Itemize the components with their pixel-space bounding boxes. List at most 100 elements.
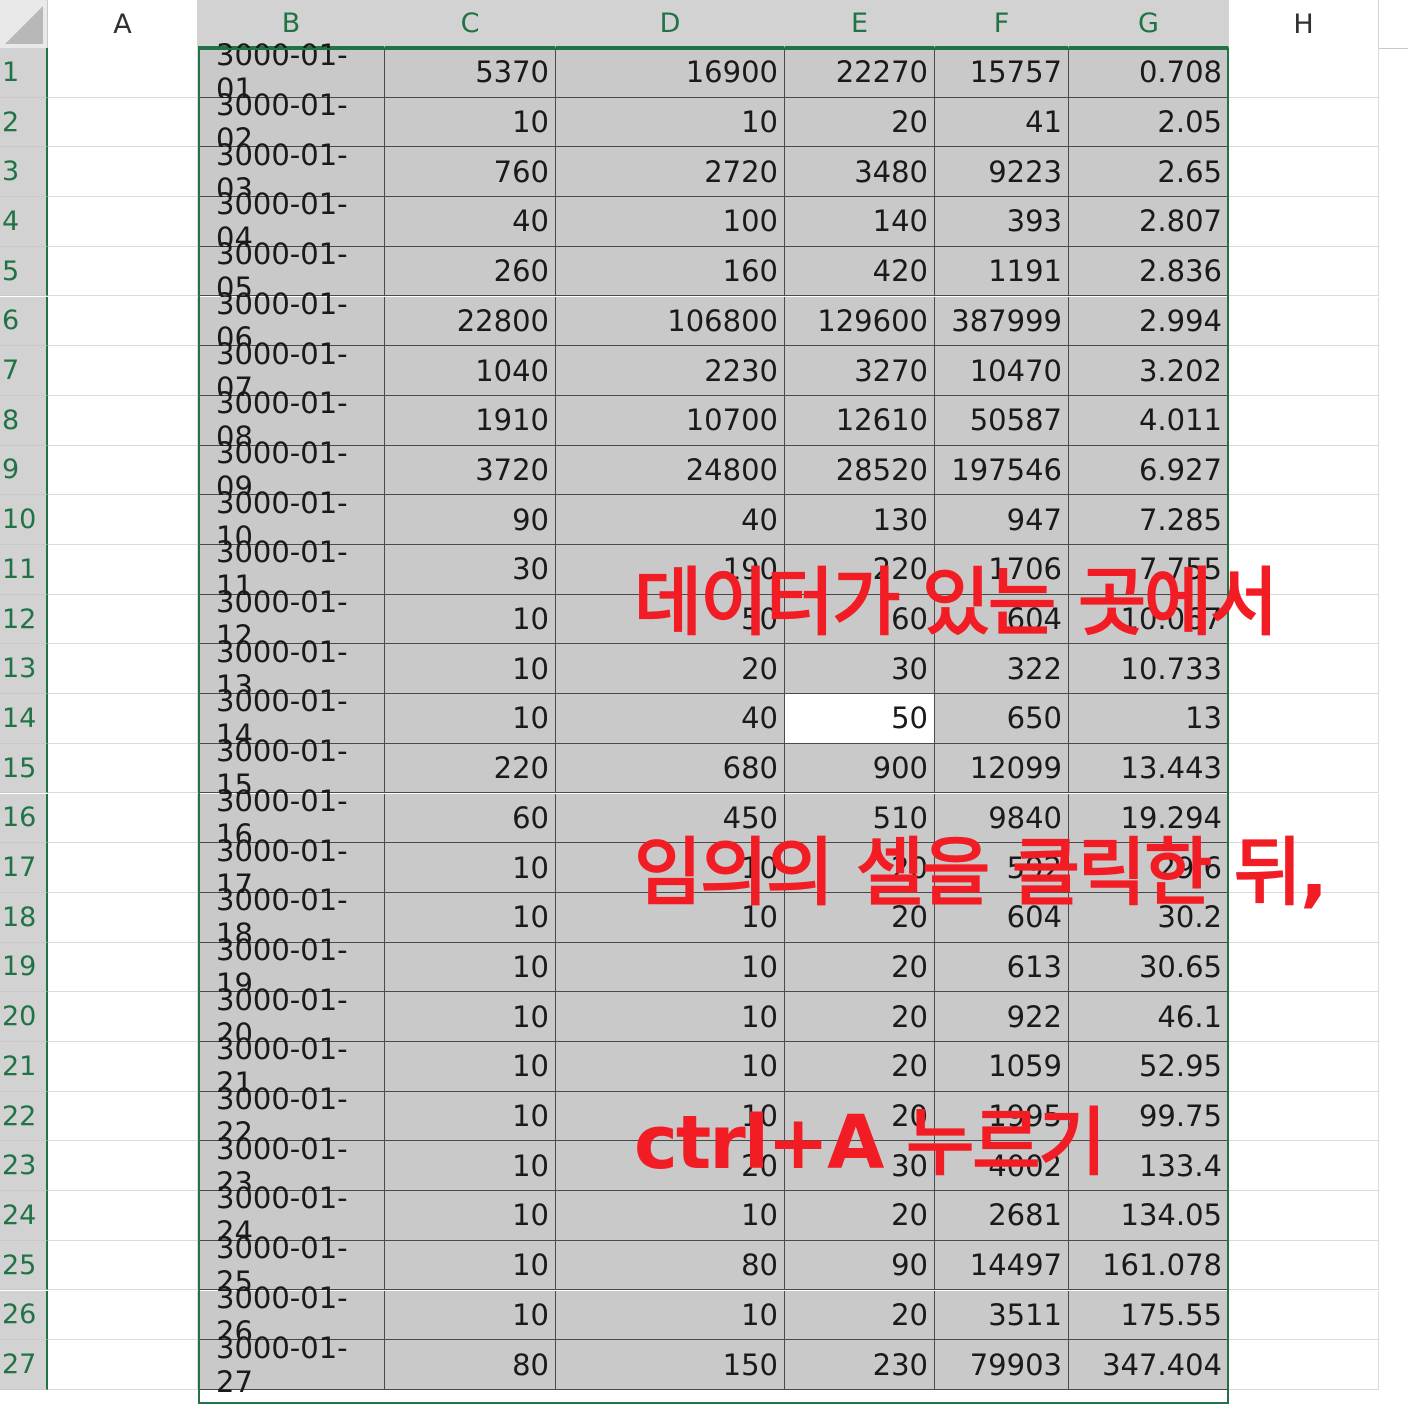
row-header-3[interactable]: 3 bbox=[0, 147, 48, 198]
row-header-2[interactable]: 2 bbox=[0, 97, 48, 148]
cell-a26[interactable] bbox=[48, 1290, 198, 1341]
row-header-12[interactable]: 12 bbox=[0, 594, 48, 645]
column-header-d[interactable]: D bbox=[556, 0, 785, 48]
cell-c1[interactable]: 5370 bbox=[385, 48, 556, 98]
row-header-14[interactable]: 14 bbox=[0, 694, 48, 744]
cell-c4[interactable]: 40 bbox=[385, 197, 556, 247]
row-header-9[interactable]: 9 bbox=[0, 445, 48, 496]
cell-c21[interactable]: 10 bbox=[385, 1042, 556, 1092]
cell-d1[interactable]: 16900 bbox=[556, 48, 785, 98]
cell-c11[interactable]: 30 bbox=[385, 545, 556, 595]
cell-c24[interactable]: 10 bbox=[385, 1191, 556, 1241]
cell-g2[interactable]: 2.05 bbox=[1069, 97, 1229, 148]
cell-a11[interactable] bbox=[48, 545, 198, 595]
cell-a24[interactable] bbox=[48, 1191, 198, 1241]
cell-c10[interactable]: 90 bbox=[385, 495, 556, 545]
cell-h1[interactable] bbox=[1229, 48, 1379, 98]
cell-c13[interactable]: 10 bbox=[385, 644, 556, 695]
row-header-16[interactable]: 16 bbox=[0, 793, 48, 844]
cell-f3[interactable]: 9223 bbox=[935, 147, 1069, 198]
cell-d5[interactable]: 160 bbox=[556, 246, 785, 297]
cell-a3[interactable] bbox=[48, 147, 198, 198]
cell-a21[interactable] bbox=[48, 1042, 198, 1092]
cell-h2[interactable] bbox=[1229, 97, 1379, 148]
cell-c6[interactable]: 22800 bbox=[385, 296, 556, 347]
cell-a1[interactable] bbox=[48, 48, 198, 98]
cell-c20[interactable]: 10 bbox=[385, 992, 556, 1042]
cell-f1[interactable]: 15757 bbox=[935, 48, 1069, 98]
cell-a14[interactable] bbox=[48, 694, 198, 744]
cell-a6[interactable] bbox=[48, 296, 198, 347]
row-header-5[interactable]: 5 bbox=[0, 246, 48, 297]
cell-a8[interactable] bbox=[48, 395, 198, 446]
cell-c15[interactable]: 220 bbox=[385, 743, 556, 794]
cell-c22[interactable]: 10 bbox=[385, 1091, 556, 1142]
cell-c17[interactable]: 10 bbox=[385, 843, 556, 893]
cell-e5[interactable]: 420 bbox=[785, 246, 935, 297]
row-header-23[interactable]: 23 bbox=[0, 1141, 48, 1192]
row-header-1[interactable]: 1 bbox=[0, 48, 48, 98]
cell-c19[interactable]: 10 bbox=[385, 942, 556, 993]
row-header-13[interactable]: 13 bbox=[0, 644, 48, 695]
row-header-7[interactable]: 7 bbox=[0, 346, 48, 396]
cell-a12[interactable] bbox=[48, 594, 198, 645]
cell-f6[interactable]: 387999 bbox=[935, 296, 1069, 347]
cell-c3[interactable]: 760 bbox=[385, 147, 556, 198]
cell-c5[interactable]: 260 bbox=[385, 246, 556, 297]
row-header-22[interactable]: 22 bbox=[0, 1091, 48, 1142]
cell-c9[interactable]: 3720 bbox=[385, 445, 556, 496]
cell-a9[interactable] bbox=[48, 445, 198, 496]
column-header-c[interactable]: C bbox=[385, 0, 556, 48]
cell-e6[interactable]: 129600 bbox=[785, 296, 935, 347]
column-header-e[interactable]: E bbox=[785, 0, 935, 48]
row-header-21[interactable]: 21 bbox=[0, 1042, 48, 1092]
cell-h5[interactable] bbox=[1229, 246, 1379, 297]
cell-c14[interactable]: 10 bbox=[385, 694, 556, 744]
cell-a18[interactable] bbox=[48, 892, 198, 943]
cell-e3[interactable]: 3480 bbox=[785, 147, 935, 198]
cell-d4[interactable]: 100 bbox=[556, 197, 785, 247]
cell-a20[interactable] bbox=[48, 992, 198, 1042]
cell-c12[interactable]: 10 bbox=[385, 594, 556, 645]
cell-f4[interactable]: 393 bbox=[935, 197, 1069, 247]
cell-g4[interactable]: 2.807 bbox=[1069, 197, 1229, 247]
column-header-g[interactable]: G bbox=[1069, 0, 1229, 48]
cell-g6[interactable]: 2.994 bbox=[1069, 296, 1229, 347]
cell-e1[interactable]: 22270 bbox=[785, 48, 935, 98]
cell-d6[interactable]: 106800 bbox=[556, 296, 785, 347]
cell-e2[interactable]: 20 bbox=[785, 97, 935, 148]
cell-a22[interactable] bbox=[48, 1091, 198, 1142]
row-header-17[interactable]: 17 bbox=[0, 843, 48, 893]
row-header-15[interactable]: 15 bbox=[0, 743, 48, 794]
column-header-f[interactable]: F bbox=[935, 0, 1069, 48]
cell-a13[interactable] bbox=[48, 644, 198, 695]
row-header-26[interactable]: 26 bbox=[0, 1290, 48, 1341]
cell-g3[interactable]: 2.65 bbox=[1069, 147, 1229, 198]
row-header-11[interactable]: 11 bbox=[0, 545, 48, 595]
column-header-h[interactable]: H bbox=[1229, 0, 1379, 48]
cell-e4[interactable]: 140 bbox=[785, 197, 935, 247]
cell-c23[interactable]: 10 bbox=[385, 1141, 556, 1192]
cell-a5[interactable] bbox=[48, 246, 198, 297]
row-header-10[interactable]: 10 bbox=[0, 495, 48, 545]
cell-c26[interactable]: 10 bbox=[385, 1290, 556, 1341]
cell-h3[interactable] bbox=[1229, 147, 1379, 198]
row-header-24[interactable]: 24 bbox=[0, 1191, 48, 1241]
row-header-27[interactable]: 27 bbox=[0, 1340, 48, 1390]
row-header-4[interactable]: 4 bbox=[0, 197, 48, 247]
cell-a4[interactable] bbox=[48, 197, 198, 247]
cell-a27[interactable] bbox=[48, 1340, 198, 1390]
cell-c16[interactable]: 60 bbox=[385, 793, 556, 844]
row-header-20[interactable]: 20 bbox=[0, 992, 48, 1042]
row-header-18[interactable]: 18 bbox=[0, 892, 48, 943]
cell-a15[interactable] bbox=[48, 743, 198, 794]
column-header-a[interactable]: A bbox=[48, 0, 198, 48]
row-header-8[interactable]: 8 bbox=[0, 395, 48, 446]
cell-a16[interactable] bbox=[48, 793, 198, 844]
row-header-19[interactable]: 19 bbox=[0, 942, 48, 993]
cell-c25[interactable]: 10 bbox=[385, 1240, 556, 1291]
cell-f2[interactable]: 41 bbox=[935, 97, 1069, 148]
cell-a17[interactable] bbox=[48, 843, 198, 893]
cell-a7[interactable] bbox=[48, 346, 198, 396]
cell-h6[interactable] bbox=[1229, 296, 1379, 347]
